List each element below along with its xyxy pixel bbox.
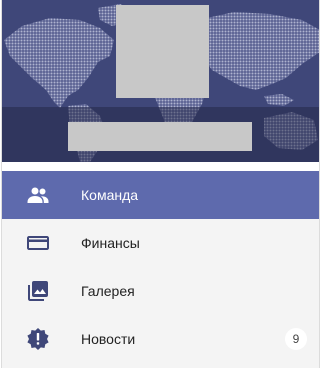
avatar[interactable] <box>116 5 209 98</box>
drawer-menu: Команда Финансы Галерея Новости 9 <box>2 171 319 363</box>
menu-item-label: Команда <box>81 187 139 203</box>
menu-item-finance[interactable]: Финансы <box>2 219 319 267</box>
navigation-drawer: Команда Финансы Галерея Новости 9 <box>1 0 320 368</box>
menu-item-team[interactable]: Команда <box>2 171 319 219</box>
menu-item-news[interactable]: Новости 9 <box>2 315 319 363</box>
credit-card-icon <box>27 236 49 250</box>
news-badge-icon <box>27 328 49 350</box>
menu-item-label: Новости <box>81 331 136 347</box>
menu-item-label: Финансы <box>81 235 140 251</box>
photo-library-icon <box>28 281 48 301</box>
header-divider <box>2 162 319 171</box>
people-icon <box>27 187 49 203</box>
menu-item-gallery[interactable]: Галерея <box>2 267 319 315</box>
news-count-badge: 9 <box>285 328 307 350</box>
user-name-placeholder <box>68 122 252 151</box>
drawer-header <box>2 0 319 162</box>
menu-item-label: Галерея <box>81 283 135 299</box>
